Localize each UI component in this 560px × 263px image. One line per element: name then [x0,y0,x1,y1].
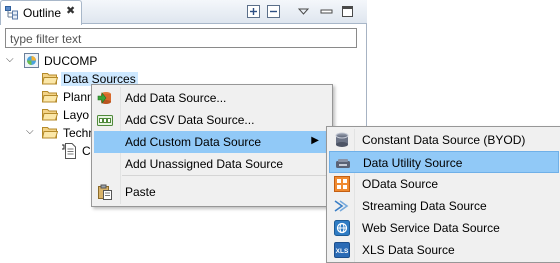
add-data-source-icon [97,92,111,104]
tab-outline[interactable]: Outline ✖ [0,0,82,25]
submenu-item-label: Constant Data Source (BYOD) [362,133,526,147]
menu-item-label: Add Data Source... [125,91,227,105]
filter-field[interactable] [5,28,357,48]
odata-icon [334,176,350,192]
menu-item-paste[interactable]: Paste [94,181,331,203]
data-utility-icon [336,159,350,168]
submenu-item-odata-source[interactable]: OData Source [329,173,559,195]
outline-icon [5,6,18,20]
web-service-icon [334,220,350,236]
submenu-item-label: OData Source [362,177,439,191]
database-icon [335,132,349,147]
menu-item-add-data-source[interactable]: Add Data Source... [94,87,331,109]
menu-item-add-csv-data-source[interactable]: Add CSV Data Source... [94,109,331,131]
folder-open-icon [42,109,58,121]
folder-open-icon [42,127,58,139]
custom-data-source-submenu: Constant Data Source (BYOD) Data Utility… [326,126,560,263]
chevron-down-icon[interactable]: ⌵ [6,54,14,65]
tree-item-label: Layo [63,108,90,122]
minimize-icon[interactable] [320,5,333,18]
submenu-item-constant-data-source[interactable]: Constant Data Source (BYOD) [329,129,559,151]
paste-icon [98,184,112,200]
tab-title: Outline [23,6,62,20]
submenu-item-label: Data Utility Source [363,156,463,170]
submenu-arrow-icon: ▶ [311,135,319,146]
xls-icon-text: XLS [336,248,349,255]
collapse-all-icon[interactable] [267,5,280,18]
menu-item-label: Add Custom Data Source [125,135,262,149]
submenu-item-data-utility-source[interactable]: Data Utility Source [329,151,559,173]
chevron-down-icon[interactable]: ⌵ [26,126,34,137]
xls-icon: XLS [334,242,350,258]
tree-item-label: C [82,144,91,158]
document-icon [62,143,76,159]
csv-icon [97,115,113,126]
view-menu-icon[interactable] [297,5,310,18]
filter-input[interactable] [6,29,356,47]
tree-root-label: DUCOMP [44,54,98,68]
menu-item-label: Add Unassigned Data Source [125,157,284,171]
tree-item-label: Plann [63,90,94,104]
folder-open-icon [42,73,58,85]
menu-item-label: Add CSV Data Source... [125,113,255,127]
submenu-item-label: Web Service Data Source [362,221,500,235]
folder-open-icon [42,91,58,103]
close-icon[interactable]: ✖ [66,4,75,17]
submenu-item-web-service-data-source[interactable]: Web Service Data Source [329,217,559,239]
menu-item-add-custom-data-source[interactable]: Add Custom Data Source ▶ [94,131,331,153]
submenu-item-label: Streaming Data Source [362,199,487,213]
expand-all-icon[interactable] [247,5,260,18]
menu-item-add-unassigned-data-source[interactable]: Add Unassigned Data Source [94,153,331,175]
tree-row-root[interactable]: ⌵ DUCOMP [4,52,144,70]
submenu-item-label: XLS Data Source [362,243,455,257]
context-menu: Add Data Source... Add CSV Data Source..… [91,84,333,207]
streaming-icon [334,200,349,212]
submenu-item-streaming-data-source[interactable]: Streaming Data Source [329,195,559,217]
maximize-icon[interactable] [341,5,354,18]
view-tab-bar: Outline ✖ [0,0,367,25]
submenu-item-xls-data-source[interactable]: XLS XLS Data Source [329,239,559,261]
project-icon [24,53,39,68]
menu-separator [122,175,328,176]
menu-item-label: Paste [125,185,156,199]
